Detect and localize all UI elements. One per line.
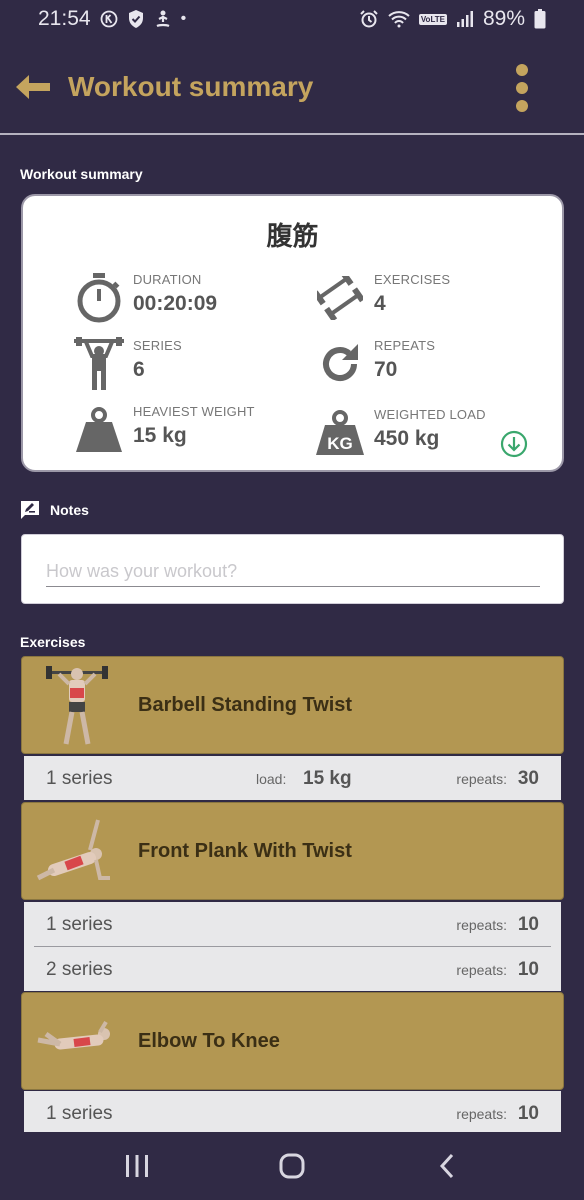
repeats-label: repeats: (456, 917, 507, 933)
menu-dot (516, 100, 528, 112)
system-back-button[interactable] (417, 1136, 477, 1196)
exercise-series-list: 1 series load: 15 kg repeats: 30 (24, 756, 561, 800)
series-number: 1 series (46, 768, 113, 789)
notes-label: Notes (50, 502, 89, 518)
exercises-value: 4 (374, 292, 386, 315)
status-time: 21:54 (38, 7, 91, 30)
heaviest-weight-label: HEAVIEST WEIGHT (133, 404, 255, 419)
app-bar-divider (0, 133, 584, 135)
overflow-menu-button[interactable] (504, 64, 540, 112)
weighted-load-label: WEIGHTED LOAD (374, 407, 486, 422)
load-value: 15 kg (303, 768, 352, 789)
battery-percent: 89% (482, 7, 525, 30)
system-nav-bar (0, 1132, 584, 1200)
svg-text:KG: KG (327, 434, 353, 453)
home-button[interactable] (262, 1136, 322, 1196)
note-edit-icon (21, 501, 39, 519)
exercise-image (22, 806, 132, 896)
duration-label: DURATION (133, 272, 202, 287)
alarm-icon (360, 10, 378, 28)
exercise-name: Barbell Standing Twist (138, 693, 353, 716)
download-arrow-icon (500, 430, 528, 458)
battery-icon (534, 9, 546, 29)
repeats-value: 10 (517, 959, 539, 980)
repeats-value: 10 (517, 914, 539, 935)
stat-repeats: REPEATS 70 (314, 338, 435, 390)
dumbbells-icon (314, 272, 366, 324)
repeats-value: 30 (517, 768, 539, 789)
repeats-label: repeats: (456, 962, 507, 978)
stat-duration: DURATION 00:20:09 (73, 272, 217, 324)
k-badge-icon (100, 10, 117, 28)
repeats-label: repeats: (456, 771, 507, 787)
exercise-name: Front Plank With Twist (138, 839, 352, 862)
back-button[interactable] (0, 40, 68, 134)
arrow-left-icon (16, 75, 50, 99)
series-label: SERIES (133, 338, 182, 353)
weighted-load-value: 450 kg (374, 427, 440, 450)
recent-apps-icon (126, 1155, 149, 1177)
signal-icon (456, 11, 473, 27)
repeats-label: repeats: (456, 1106, 507, 1122)
page-title: Workout summary (68, 71, 314, 102)
stat-exercises: EXERCISES 4 (314, 272, 450, 324)
notes-input[interactable] (46, 557, 540, 587)
exercise-series-list: 1 series repeats: 10 (24, 1091, 561, 1132)
exercise-image (22, 660, 132, 750)
series-number: 1 series (46, 1103, 113, 1124)
exercise-series-list: 1 series repeats: 10 2 series repeats: 1… (24, 902, 561, 991)
duration-value: 00:20:09 (133, 292, 218, 315)
exercise-image (22, 996, 132, 1086)
workout-title: 腹筋 (266, 221, 319, 251)
app-bar: Workout summary (0, 40, 584, 134)
kg-weight-icon: KG (314, 407, 366, 459)
wifi-icon (388, 11, 410, 28)
repeats-label: REPEATS (374, 338, 436, 353)
series-value: 6 (133, 358, 145, 381)
recent-apps-button[interactable] (107, 1136, 167, 1196)
exercises-section-label: Exercises (20, 634, 86, 650)
notes-header: Notes (20, 500, 89, 520)
repeats-value: 70 (374, 358, 398, 381)
series-number: 1 series (46, 914, 113, 935)
repeats-value: 10 (517, 1103, 539, 1124)
stat-series: SERIES 6 (73, 337, 182, 390)
chevron-left-icon (439, 1153, 453, 1179)
stat-weighted-load: KG WEIGHTED LOAD 450 kg (314, 407, 486, 459)
status-bar: 21:54 • VoLTE 89% (0, 0, 584, 38)
exercise-name: Elbow To Knee (138, 1029, 280, 1052)
summary-card: 腹筋 DURATION 00:20:09 EXERCISES 4 SERIES … (21, 194, 564, 472)
exercise-card[interactable]: Front Plank With Twist (21, 802, 564, 900)
shield-icon (128, 10, 143, 28)
repeat-icon (314, 338, 366, 390)
series-number: 2 series (46, 959, 113, 980)
exercise-card[interactable]: Elbow To Knee (21, 992, 564, 1090)
home-icon (279, 1153, 305, 1179)
stopwatch-icon (73, 272, 125, 324)
series-row: 1 series repeats: 10 (24, 1091, 561, 1132)
exercises-label: EXERCISES (374, 272, 451, 287)
load-label: load: (256, 771, 287, 787)
menu-dot (516, 64, 528, 76)
yoga-icon (156, 10, 170, 28)
series-row: 1 series repeats: 10 (24, 902, 561, 946)
status-dot: • (180, 10, 187, 27)
menu-dot (516, 82, 528, 94)
download-button[interactable] (500, 430, 528, 458)
lte-badge: VoLTE (418, 13, 447, 25)
series-row: 1 series load: 15 kg repeats: 30 (24, 756, 561, 800)
weightlifter-icon (73, 337, 125, 390)
notes-card (21, 534, 564, 604)
weight-icon (73, 404, 125, 456)
stat-heaviest-weight: HEAVIEST WEIGHT 15 kg (73, 404, 255, 456)
series-row: 2 series repeats: 10 (24, 947, 561, 991)
exercise-card[interactable]: Barbell Standing Twist (21, 656, 564, 754)
heaviest-weight-value: 15 kg (133, 424, 187, 447)
summary-section-label: Workout summary (20, 166, 143, 182)
